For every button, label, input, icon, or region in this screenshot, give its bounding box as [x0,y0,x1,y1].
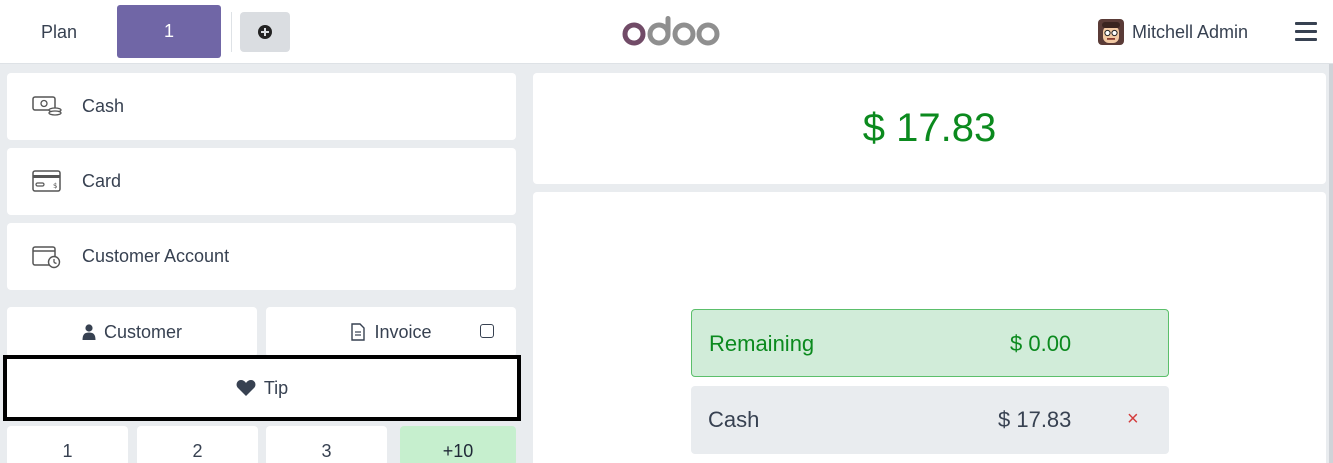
payment-method-cash[interactable]: Cash [7,73,516,140]
customer-label: Customer [103,321,183,342]
payment-method-card[interactable]: $ Card [7,148,516,215]
numpad-key-2[interactable]: 2 [137,426,258,463]
svg-text:$: $ [53,182,57,190]
payment-line-amount: $ 17.83 [998,407,1072,432]
hamburger-menu-icon[interactable] [1295,22,1317,42]
card-icon: $ [32,170,61,192]
top-bar: Plan 1 Mitchell Admin [0,0,1333,64]
tip-label: Tip [263,377,289,398]
avatar [1098,19,1124,45]
total-amount-card: $ 17.83 [533,73,1326,184]
payment-method-label: Cash [82,96,125,116]
customer-button[interactable]: Customer [7,307,257,357]
user-name: Mitchell Admin [1132,21,1249,42]
plus-circle-icon [258,25,272,39]
numpad-key-plus-10[interactable]: +10 [400,426,516,463]
invoice-checkbox[interactable] [480,324,494,338]
payment-method-label: Customer Account [82,246,230,266]
divider [231,12,232,52]
remaining-line: Remaining $ 0.00 [691,309,1169,377]
delete-payment-icon[interactable]: × [1127,408,1139,431]
remaining-value: $ 0.00 [1010,331,1072,356]
order-tab-active[interactable]: 1 [117,5,221,58]
numpad-key-1[interactable]: 1 [7,426,128,463]
tip-button[interactable]: Tip [3,355,521,421]
document-icon [351,323,366,341]
invoice-button[interactable]: Invoice [266,307,516,357]
odoo-logo [622,16,720,46]
numpad-key-3[interactable]: 3 [266,426,387,463]
total-amount: $ 17.83 [862,106,997,150]
new-order-button[interactable] [240,12,290,52]
invoice-label: Invoice [374,321,432,342]
heart-icon [236,380,256,396]
payment-line-label: Cash [708,407,760,432]
user-icon [82,324,96,340]
customer-account-icon [32,246,61,269]
cash-icon [32,96,62,116]
payment-method-label: Card [82,171,122,191]
remaining-label: Remaining [709,331,815,356]
payment-line-cash[interactable]: Cash $ 17.83 × [691,386,1169,454]
scrollbar[interactable] [1329,64,1333,463]
user-menu[interactable]: Mitchell Admin [1098,18,1248,46]
plan-button[interactable]: Plan [0,0,118,64]
payment-method-customer-account[interactable]: Customer Account [7,223,516,290]
